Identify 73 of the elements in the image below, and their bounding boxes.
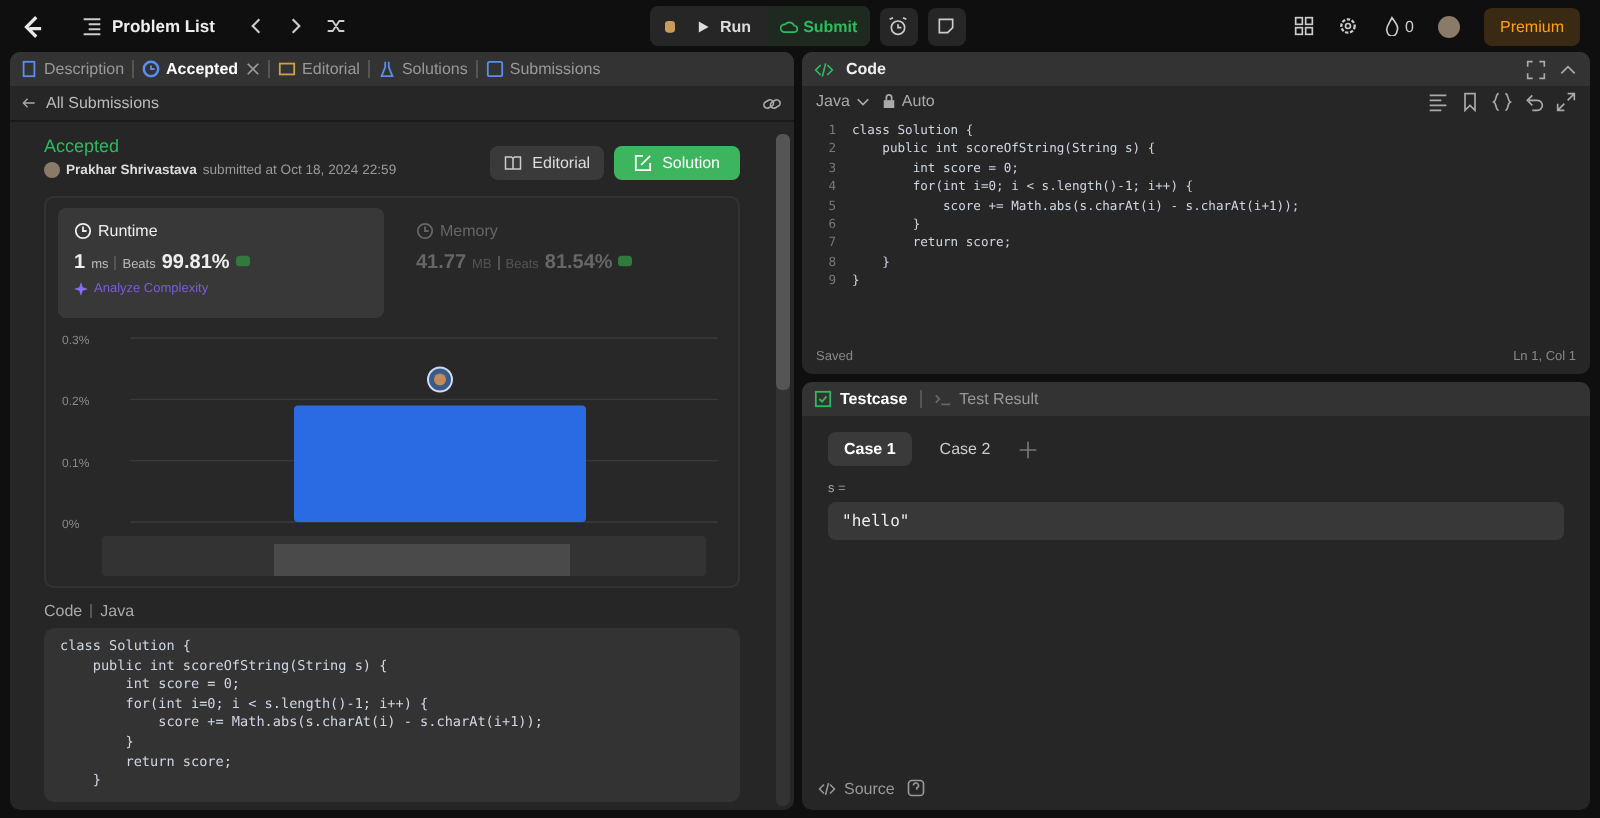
badge-icon <box>618 254 633 268</box>
code-icon <box>818 779 836 797</box>
stat-title: Memory <box>440 222 498 240</box>
user-avatar-marker <box>427 366 453 393</box>
panel-tab[interactable]: Accepted <box>142 60 239 78</box>
stat-value: 41.77 <box>416 252 467 274</box>
arrow-left-icon <box>22 96 36 110</box>
streak-count: 0 <box>1405 17 1414 35</box>
clock-icon <box>142 60 161 78</box>
undo-icon[interactable] <box>1524 91 1544 111</box>
submit-button[interactable]: Submit <box>767 6 870 46</box>
logo-icon[interactable] <box>20 13 46 39</box>
fullscreen-icon[interactable] <box>1526 59 1546 79</box>
square-icon <box>485 60 504 78</box>
note-button[interactable] <box>927 7 966 45</box>
list-icon <box>82 16 102 36</box>
language-label: Java <box>100 602 135 620</box>
user-avatar <box>44 162 60 178</box>
language-dropdown[interactable]: Java <box>816 92 870 110</box>
panel-tab[interactable]: Editorial <box>278 60 360 78</box>
clock-icon <box>416 222 434 240</box>
add-icon[interactable] <box>1018 439 1039 459</box>
bookmark-icon[interactable] <box>1460 91 1480 111</box>
panel-title: Code <box>846 60 886 78</box>
shuffle-icon[interactable] <box>326 16 347 36</box>
settings-icon[interactable] <box>1337 16 1358 36</box>
grid-icon[interactable] <box>1293 16 1314 36</box>
panel-tab[interactable]: Submissions <box>485 60 601 78</box>
alarm-clock-icon <box>888 16 909 36</box>
mode-label: Auto <box>901 92 935 110</box>
console-tab[interactable]: Test Result <box>933 390 1039 408</box>
problem-list-link[interactable]: Problem List <box>112 16 215 36</box>
terminal-icon <box>933 390 952 408</box>
link-icon[interactable] <box>762 93 782 113</box>
run-button[interactable]: Run <box>696 17 752 35</box>
play-icon <box>696 19 710 33</box>
case-tab[interactable]: Case 2 <box>923 432 1007 466</box>
expand-icon[interactable] <box>1556 91 1576 111</box>
badge-icon <box>235 254 250 268</box>
sparkle-icon <box>74 282 88 296</box>
avatar[interactable] <box>1437 15 1460 37</box>
premium-button[interactable]: Premium <box>1483 7 1580 45</box>
flask-icon <box>377 60 396 78</box>
stat-value: 1 <box>74 252 86 274</box>
stat-title: Runtime <box>98 222 158 240</box>
code-label: Code <box>44 602 83 620</box>
chevron-down-icon <box>855 94 870 108</box>
note-icon <box>936 16 957 36</box>
console-tab[interactable]: Testcase <box>814 390 908 408</box>
panel-tab[interactable]: Solutions <box>377 60 468 78</box>
format-icon[interactable] <box>1428 91 1448 111</box>
status-text: Accepted <box>44 136 122 156</box>
close-icon[interactable] <box>246 62 261 76</box>
checkbox-icon <box>814 390 832 408</box>
braces-icon[interactable] <box>1492 91 1512 111</box>
beats-percent: 81.54% <box>544 252 613 274</box>
parameter-input[interactable]: "hello" <box>828 502 1564 540</box>
case-tab[interactable]: Case 1 <box>828 432 912 466</box>
beats-percent: 99.81% <box>161 252 230 274</box>
source-button[interactable]: Source <box>818 779 895 797</box>
document-icon <box>20 60 38 78</box>
alarm-clock-button[interactable] <box>879 7 918 45</box>
back-link[interactable]: All Submissions <box>22 94 159 112</box>
editorial-button[interactable]: Editorial <box>490 146 605 180</box>
clock-icon <box>74 222 92 240</box>
scrollbar[interactable] <box>776 134 790 806</box>
cloud-icon <box>779 17 798 35</box>
edit-icon <box>634 154 653 172</box>
flame-icon <box>1381 16 1402 36</box>
help-icon[interactable] <box>906 778 927 798</box>
code-icon <box>814 59 834 79</box>
panel-tab[interactable]: Description <box>20 60 125 78</box>
lock-icon <box>881 94 896 108</box>
